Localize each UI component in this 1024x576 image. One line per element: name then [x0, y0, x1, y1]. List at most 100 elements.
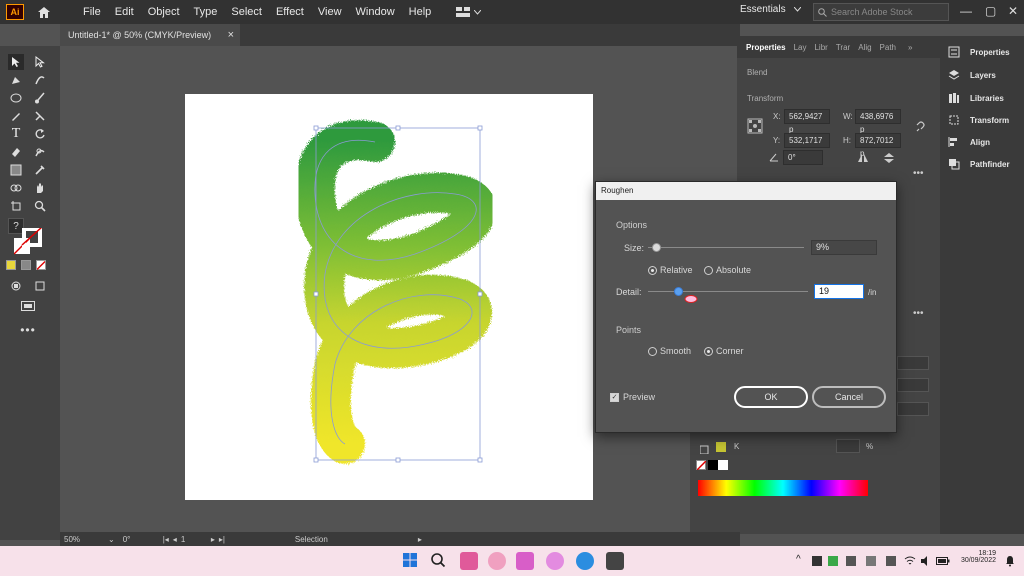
maximize-button[interactable]: ▢ [985, 4, 996, 18]
menu-edit[interactable]: Edit [108, 0, 141, 24]
draw-mode-button[interactable] [8, 278, 24, 294]
reference-point-icon[interactable] [747, 118, 763, 134]
document-tab[interactable]: Untitled-1* @ 50% (CMYK/Preview) × [60, 24, 240, 46]
flip-vertical-icon[interactable] [883, 153, 895, 163]
dock-libraries[interactable]: Libraries [948, 92, 1004, 104]
draw-inside-button[interactable] [32, 278, 48, 294]
selection-tool[interactable] [8, 54, 24, 70]
shaper-tool[interactable] [32, 108, 48, 124]
panel-collapse-icon[interactable]: » [904, 43, 916, 52]
color-spectrum[interactable] [698, 480, 868, 496]
curvature-tool[interactable] [32, 72, 48, 88]
tab-align[interactable]: Alig [854, 43, 875, 52]
smooth-radio[interactable]: Smooth [648, 346, 691, 356]
size-slider-track[interactable] [648, 247, 804, 248]
more-tools-button[interactable]: ••• [20, 322, 36, 338]
dock-align[interactable]: Align [948, 136, 990, 148]
arrange-documents-button[interactable] [456, 7, 482, 17]
blend-tool[interactable] [8, 180, 24, 196]
white-swatch[interactable] [718, 460, 728, 470]
taskbar-illustrator-icon[interactable] [516, 552, 534, 570]
more-options-icon[interactable]: ••• [913, 168, 924, 179]
menu-type[interactable]: Type [187, 0, 225, 24]
current-fill-swatch[interactable] [716, 442, 726, 452]
artboard[interactable] [185, 94, 593, 500]
tray-app-icon[interactable] [886, 556, 896, 566]
gradient-mode-button[interactable] [21, 260, 31, 270]
stock-search-input[interactable]: Search Adobe Stock [813, 3, 949, 21]
detail-slider-thumb[interactable] [674, 287, 684, 296]
tray-app-icon[interactable] [866, 556, 876, 566]
none-swatch[interactable] [696, 460, 707, 471]
clock[interactable]: 18:19 30/09/2022 [956, 550, 996, 564]
menu-effect[interactable]: Effect [269, 0, 311, 24]
relative-radio[interactable]: Relative [648, 265, 693, 275]
more-options-icon[interactable]: ••• [913, 308, 924, 319]
color-mode-button[interactable] [6, 260, 16, 270]
taskbar-app-icon[interactable] [606, 552, 624, 570]
gradient-tool[interactable] [8, 162, 24, 178]
start-button[interactable] [402, 552, 420, 570]
tab-properties[interactable]: Properties [737, 43, 790, 52]
tab-libraries[interactable]: Libr [810, 43, 831, 52]
tray-app-icon[interactable] [812, 556, 822, 566]
eyedropper-tool[interactable] [32, 162, 48, 178]
taskbar-app-icon[interactable] [546, 552, 564, 570]
prev-artboard-icon[interactable]: ◂ [173, 535, 177, 544]
none-mode-button[interactable] [36, 260, 46, 270]
menu-select[interactable]: Select [224, 0, 269, 24]
tray-app-icon[interactable] [828, 556, 838, 566]
tab-pathfinder[interactable]: Path [876, 43, 900, 52]
eraser-tool[interactable] [8, 144, 24, 160]
type-tool[interactable]: T [8, 126, 24, 142]
detail-field[interactable]: 19 [814, 284, 864, 299]
dock-properties[interactable]: Properties [948, 46, 1010, 58]
w-field[interactable]: 438,6976 p [855, 109, 901, 134]
cancel-button[interactable]: Cancel [812, 386, 886, 408]
tab-close-icon[interactable]: × [228, 29, 234, 41]
panel-button[interactable] [897, 356, 929, 370]
taskbar-edge-icon[interactable] [576, 552, 594, 570]
size-field[interactable]: 9% [811, 240, 877, 255]
pencil-tool[interactable] [8, 108, 24, 124]
zoom-tool[interactable] [32, 198, 48, 214]
y-field[interactable]: 532,1717 p [784, 133, 830, 158]
artboard-number[interactable]: 1 [181, 535, 211, 544]
status-arrow-icon[interactable]: ▸ [418, 535, 422, 544]
taskbar-app-icon[interactable] [460, 552, 478, 570]
fill-stroke-mini-icon[interactable] [700, 442, 714, 454]
spiral-artwork[interactable] [185, 94, 593, 500]
zoom-level[interactable]: 50% [64, 535, 108, 544]
notification-bell-icon[interactable] [1004, 555, 1016, 567]
size-slider-thumb[interactable] [651, 243, 661, 252]
close-button[interactable]: ✕ [1008, 4, 1018, 18]
next-artboard-icon[interactable]: ▸ [211, 535, 215, 544]
menu-view[interactable]: View [311, 0, 349, 24]
rotate-tool[interactable] [32, 126, 48, 142]
screen-mode-button[interactable] [20, 298, 36, 314]
battery-icon[interactable] [936, 556, 950, 566]
taskbar-search-button[interactable] [430, 552, 448, 570]
dock-layers[interactable]: Layers [948, 69, 996, 81]
spiral-shape[interactable] [294, 120, 497, 464]
tab-transparency[interactable]: Trar [832, 43, 854, 52]
wifi-icon[interactable] [904, 556, 916, 566]
taskbar-chat-icon[interactable] [488, 552, 506, 570]
menu-file[interactable]: File [76, 0, 108, 24]
dock-pathfinder[interactable]: Pathfinder [948, 158, 1010, 170]
last-artboard-icon[interactable]: ▸| [219, 535, 225, 544]
tab-layers[interactable]: Lay [790, 43, 811, 52]
tray-chevron-up-icon[interactable]: ^ [796, 554, 801, 565]
chevron-down-icon[interactable]: ⌄ [108, 535, 115, 544]
corner-radio[interactable]: Corner [704, 346, 744, 356]
absolute-radio[interactable]: Absolute [704, 265, 751, 275]
ok-button[interactable]: OK [734, 386, 808, 408]
menu-object[interactable]: Object [141, 0, 187, 24]
paintbrush-tool[interactable] [32, 90, 48, 106]
pen-tool[interactable] [8, 72, 24, 88]
volume-icon[interactable] [920, 556, 932, 566]
k-channel-field[interactable] [836, 439, 860, 453]
minimize-button[interactable]: — [960, 4, 972, 18]
preview-checkbox[interactable]: ✓ Preview [610, 392, 655, 402]
fill-stroke-widget[interactable] [14, 228, 44, 256]
